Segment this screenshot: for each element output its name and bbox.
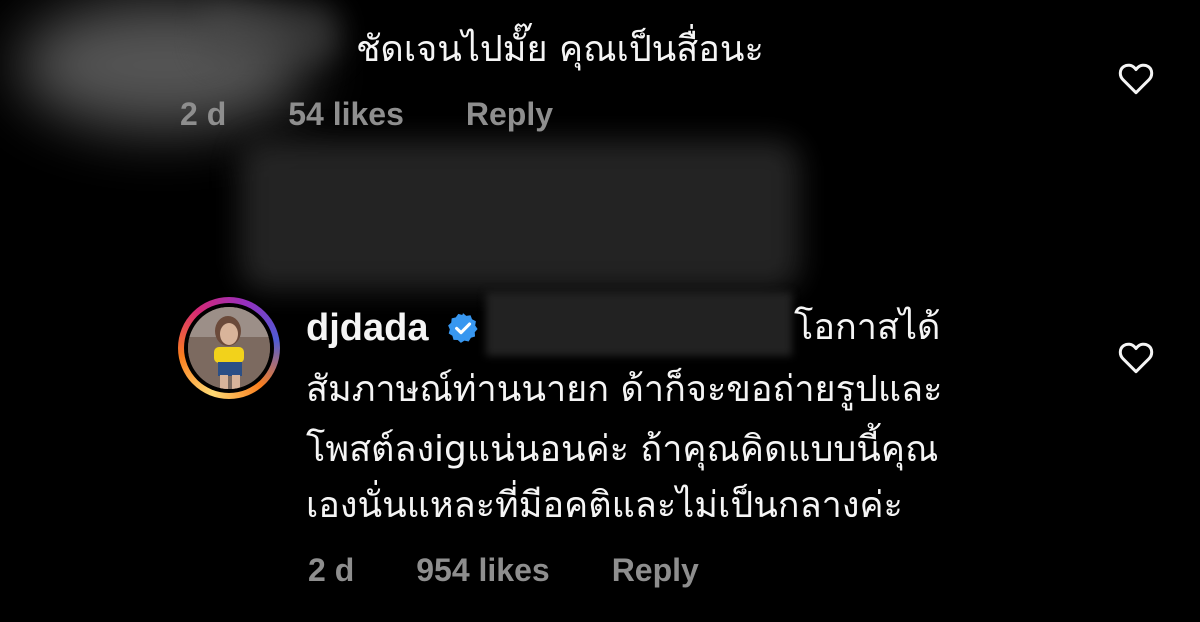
comment-1-text: ชัดเจนไปมั๊ย คุณเป็นสื่อนะ: [356, 29, 764, 70]
comment-1-like-heart-icon[interactable]: [1116, 58, 1156, 98]
comment-1-meta: 2 d 54 likes Reply: [180, 96, 553, 133]
comment-1-timestamp: 2 d: [180, 96, 227, 132]
blurred-username: [200, 4, 340, 64]
comment-2-text-line-4: เองนั่นแหละที่มีอคติและไม่เป็นกลางค่ะ: [306, 485, 903, 526]
comment-2-text-line-2: สัมภาษณ์ท่านนายก ด้าก็จะขอถ่ายรูปและ: [306, 369, 943, 410]
blurred-reply-area: [240, 140, 800, 290]
verified-badge-icon: [448, 313, 478, 343]
comment-2-meta: 2 d 954 likes Reply: [308, 552, 699, 589]
comment-1-reply-button[interactable]: Reply: [466, 96, 553, 133]
avatar-photo: [188, 307, 270, 389]
comment-1-likes-link[interactable]: 54 likes: [288, 96, 404, 133]
redacted-mention: [486, 292, 792, 356]
comment-2-text-line-1: โอกาสได้: [794, 307, 941, 348]
comment-2-text-line-3: โพสต์ลงigแน่นอนค่ะ ถ้าคุณคิดแบบนี้คุณ: [306, 429, 939, 470]
comment-2-likes-link[interactable]: 954 likes: [416, 552, 549, 589]
comment-2-timestamp: 2 d: [308, 552, 355, 588]
username-djdada[interactable]: djdada: [306, 307, 428, 349]
comment-2-first-line: djdada โอกาสได้: [306, 300, 940, 357]
comment-2-reply-button[interactable]: Reply: [612, 552, 699, 589]
djdada-avatar[interactable]: [178, 297, 280, 399]
comment-2-like-heart-icon[interactable]: [1116, 337, 1156, 377]
